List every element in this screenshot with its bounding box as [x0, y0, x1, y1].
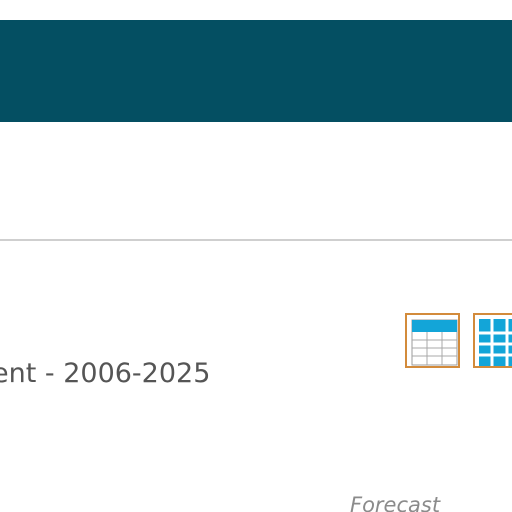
- forecast-label: Forecast: [350, 493, 441, 512]
- top-banner: [0, 20, 512, 122]
- section-divider: [0, 239, 512, 241]
- grid-view-button[interactable]: [473, 313, 512, 368]
- section-title: ent - 2006-2025: [0, 357, 218, 391]
- page: ent - 2006-2025 Forecast: [0, 0, 512, 512]
- section-title-text: ent - 2006-2025: [0, 358, 211, 389]
- table-view-button[interactable]: [405, 313, 460, 368]
